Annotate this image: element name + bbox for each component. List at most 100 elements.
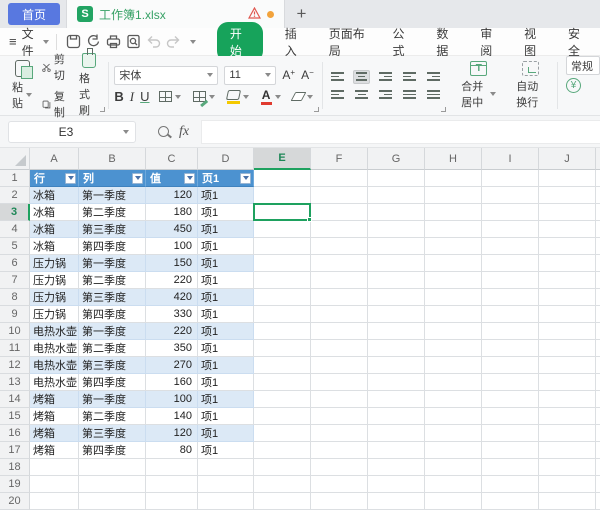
cell-G12[interactable] — [368, 357, 425, 374]
cell-H13[interactable] — [425, 374, 482, 391]
cell-I2[interactable] — [482, 187, 539, 204]
cell-K6[interactable] — [596, 255, 600, 272]
cell-I20[interactable] — [482, 493, 539, 510]
cell-D8[interactable]: 项1 — [198, 289, 254, 306]
cell-B4[interactable]: 第三季度 — [79, 221, 146, 238]
cell-C17[interactable]: 80 — [146, 442, 198, 459]
cell-G15[interactable] — [368, 408, 425, 425]
cell-K19[interactable] — [596, 476, 600, 493]
cell-A9[interactable]: 压力锅 — [30, 306, 79, 323]
cell-D16[interactable]: 项1 — [198, 425, 254, 442]
cell-A18[interactable] — [30, 459, 79, 476]
cell-K8[interactable] — [596, 289, 600, 306]
cell-J4[interactable] — [539, 221, 596, 238]
decrease-font-size-button[interactable]: A− — [301, 68, 314, 82]
cell-B20[interactable] — [79, 493, 146, 510]
cell-K12[interactable] — [596, 357, 600, 374]
cell-C7[interactable]: 220 — [146, 272, 198, 289]
cell-B7[interactable]: 第二季度 — [79, 272, 146, 289]
cell-I4[interactable] — [482, 221, 539, 238]
ribbon-tab-insert[interactable]: 插入 — [273, 25, 317, 59]
align-right-button[interactable] — [377, 88, 394, 102]
cell-C8[interactable]: 420 — [146, 289, 198, 306]
cell-J9[interactable] — [539, 306, 596, 323]
cell-A1[interactable]: 行 — [30, 170, 79, 187]
cell-K13[interactable] — [596, 374, 600, 391]
row-header-2[interactable]: 2 — [0, 187, 30, 204]
cell-C12[interactable]: 270 — [146, 357, 198, 374]
cell-E10[interactable] — [254, 323, 311, 340]
cell-D15[interactable]: 项1 — [198, 408, 254, 425]
cell-D3[interactable]: 项1 — [198, 204, 254, 221]
cell-G17[interactable] — [368, 442, 425, 459]
cell-J2[interactable] — [539, 187, 596, 204]
cell-B14[interactable]: 第一季度 — [79, 391, 146, 408]
cell-G20[interactable] — [368, 493, 425, 510]
row-header-1[interactable]: 1 — [0, 170, 30, 187]
cell-H16[interactable] — [425, 425, 482, 442]
fill-handle[interactable] — [307, 217, 312, 222]
align-top-button[interactable] — [329, 70, 346, 84]
cell-E13[interactable] — [254, 374, 311, 391]
cell-F6[interactable] — [311, 255, 368, 272]
select-all-corner[interactable] — [0, 148, 30, 170]
cell-B11[interactable]: 第二季度 — [79, 340, 146, 357]
cell-J17[interactable] — [539, 442, 596, 459]
cell-F3[interactable] — [311, 204, 368, 221]
cell-H1[interactable] — [425, 170, 482, 187]
cell-C9[interactable]: 330 — [146, 306, 198, 323]
row-header-5[interactable]: 5 — [0, 238, 30, 255]
cell-J19[interactable] — [539, 476, 596, 493]
cell-I17[interactable] — [482, 442, 539, 459]
font-dialog-launcher[interactable] — [314, 107, 319, 112]
column-header-G[interactable]: G — [368, 148, 425, 170]
cell-D9[interactable]: 项1 — [198, 306, 254, 323]
wrap-text-button[interactable]: 自动换行 — [512, 61, 549, 110]
cell-G8[interactable] — [368, 289, 425, 306]
cell-I10[interactable] — [482, 323, 539, 340]
cell-E12[interactable] — [254, 357, 311, 374]
cell-C18[interactable] — [146, 459, 198, 476]
cell-B19[interactable] — [79, 476, 146, 493]
column-header-I[interactable]: I — [482, 148, 539, 170]
cell-J11[interactable] — [539, 340, 596, 357]
cell-A14[interactable]: 烤箱 — [30, 391, 79, 408]
cell-C20[interactable] — [146, 493, 198, 510]
cell-B2[interactable]: 第一季度 — [79, 187, 146, 204]
cell-I9[interactable] — [482, 306, 539, 323]
cell-F2[interactable] — [311, 187, 368, 204]
cell-F10[interactable] — [311, 323, 368, 340]
merge-center-button[interactable]: T 合并居中 — [457, 61, 500, 110]
column-header-B[interactable]: B — [79, 148, 146, 170]
cell-H11[interactable] — [425, 340, 482, 357]
cell-D5[interactable]: 项1 — [198, 238, 254, 255]
cell-E2[interactable] — [254, 187, 311, 204]
cell-H5[interactable] — [425, 238, 482, 255]
cell-K16[interactable] — [596, 425, 600, 442]
cell-K15[interactable] — [596, 408, 600, 425]
home-tab-button[interactable]: 首页 — [8, 3, 60, 25]
cell-F1[interactable] — [311, 170, 368, 187]
increase-font-size-button[interactable]: A+ — [282, 68, 295, 82]
cell-G16[interactable] — [368, 425, 425, 442]
cell-I3[interactable] — [482, 204, 539, 221]
cell-E9[interactable] — [254, 306, 311, 323]
cell-B16[interactable]: 第三季度 — [79, 425, 146, 442]
cell-G19[interactable] — [368, 476, 425, 493]
cell-A3[interactable]: 冰箱 — [30, 204, 79, 221]
row-header-19[interactable]: 19 — [0, 476, 30, 493]
cell-B15[interactable]: 第二季度 — [79, 408, 146, 425]
cell-H12[interactable] — [425, 357, 482, 374]
cell-C3[interactable]: 180 — [146, 204, 198, 221]
cell-D19[interactable] — [198, 476, 254, 493]
row-header-14[interactable]: 14 — [0, 391, 30, 408]
cell-D20[interactable] — [198, 493, 254, 510]
row-header-13[interactable]: 13 — [0, 374, 30, 391]
print-preview-button[interactable] — [123, 31, 143, 53]
toolbar-options-chevron-icon[interactable] — [183, 31, 203, 53]
copy-button[interactable]: 复制 — [39, 87, 72, 121]
cell-I7[interactable] — [482, 272, 539, 289]
selected-cell-outline[interactable] — [253, 203, 311, 221]
ribbon-tab-review[interactable]: 审阅 — [468, 25, 512, 59]
column-header-J[interactable]: J — [539, 148, 596, 170]
